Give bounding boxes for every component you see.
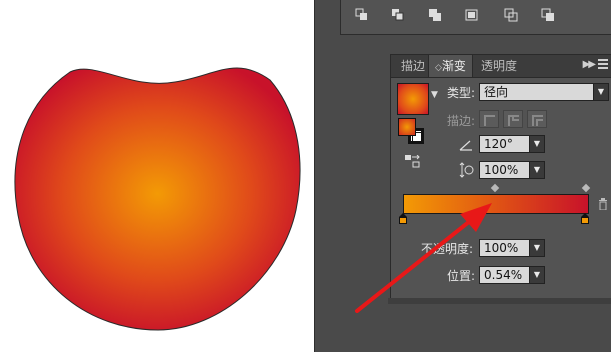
divider — [314, 0, 315, 352]
tab-gradient[interactable]: ◇渐变 — [428, 55, 473, 77]
tab-stroke[interactable]: 描边 — [395, 55, 431, 77]
type-value: 径向 — [484, 85, 509, 99]
stroke-across-button[interactable] — [527, 110, 547, 128]
chevron-down-icon: ▼ — [529, 135, 545, 153]
arrange-icon-6[interactable] — [541, 8, 555, 22]
location-value: 0.54% — [484, 268, 523, 282]
aspect-value: 100% — [484, 163, 519, 177]
arrange-toolbar — [340, 0, 611, 35]
opacity-label: 不透明度: — [421, 242, 474, 256]
chevron-down-icon: ▼ — [593, 83, 609, 101]
type-label: 类型: — [447, 86, 476, 100]
opacity-field[interactable]: 100% ▼ — [479, 239, 545, 257]
gradient-panel: 描边 ◇渐变 透明度 ▶▶ ▼ 类型: 径向 ▼ 描边: 120° ▼ 100%… — [390, 54, 611, 300]
tab-gradient-icon: ◇ — [435, 63, 442, 73]
fill-stroke-indicator[interactable] — [398, 118, 428, 148]
angle-value: 120° — [484, 137, 513, 151]
chevron-down-icon: ▼ — [529, 239, 545, 257]
tab-gradient-label: 渐变 — [441, 59, 466, 73]
artboard[interactable] — [0, 0, 314, 352]
location-field[interactable]: 0.54% ▼ — [479, 266, 545, 284]
collapse-arrows-icon[interactable]: ▶▶ — [583, 59, 596, 70]
location-label: 位置: — [447, 269, 476, 283]
gradient-shape[interactable] — [0, 0, 314, 352]
gradient-stop-start[interactable] — [399, 213, 407, 225]
panel-bottom-edge — [388, 298, 611, 304]
aspect-ratio-icon — [458, 162, 474, 178]
fill-swatch[interactable] — [398, 118, 416, 136]
arrange-icon-1[interactable] — [355, 8, 369, 22]
arrange-icon-4[interactable] — [465, 8, 479, 22]
chevron-down-icon: ▼ — [529, 161, 545, 179]
panel-tabs: 描边 ◇渐变 透明度 ▶▶ — [391, 55, 611, 78]
panel-menu-icon[interactable] — [598, 59, 608, 71]
stroke-along-button[interactable] — [503, 110, 523, 128]
arrange-icon-5[interactable] — [504, 8, 518, 22]
chevron-down-icon[interactable]: ▼ — [431, 90, 438, 100]
tab-transparency[interactable]: 透明度 — [475, 55, 523, 77]
gradient-end-diamond[interactable] — [581, 183, 591, 193]
stroke-label: 描边: — [447, 114, 476, 128]
arrange-icon-3[interactable] — [428, 8, 442, 22]
reverse-gradient-icon[interactable] — [405, 154, 421, 169]
angle-field[interactable]: 120° ▼ — [479, 135, 545, 153]
gradient-midpoint-diamond[interactable] — [490, 183, 500, 193]
type-dropdown[interactable]: 径向 ▼ — [479, 83, 609, 101]
opacity-value: 100% — [484, 241, 519, 255]
angle-icon — [459, 139, 473, 151]
aspect-ratio-field[interactable]: 100% ▼ — [479, 161, 545, 179]
gradient-stop-end[interactable] — [581, 213, 589, 225]
arrange-icon-2[interactable] — [391, 8, 405, 22]
chevron-down-icon: ▼ — [529, 266, 545, 284]
gradient-preview-swatch[interactable] — [397, 83, 429, 115]
trash-icon[interactable] — [598, 198, 608, 211]
stroke-within-button[interactable] — [479, 110, 499, 128]
gradient-slider[interactable] — [403, 194, 589, 214]
